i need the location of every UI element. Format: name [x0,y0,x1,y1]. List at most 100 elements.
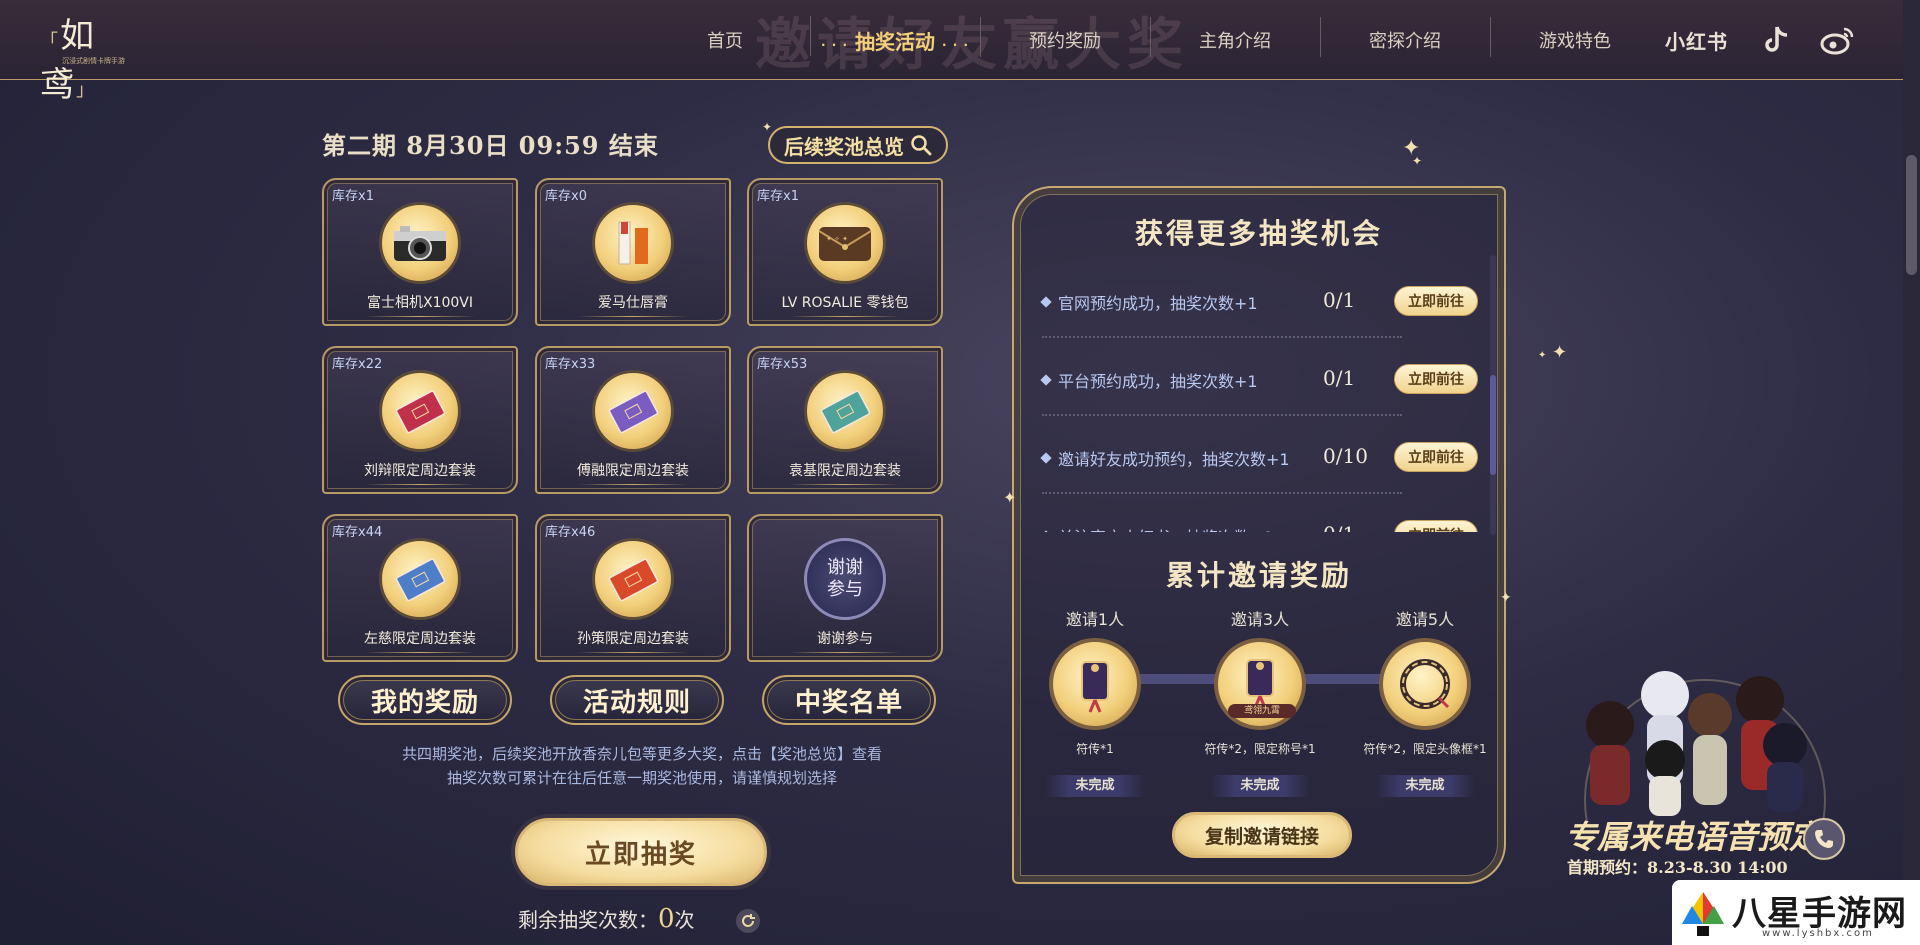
page-scroll-thumb[interactable] [1906,155,1917,275]
tier-label: 邀请3人 [1230,610,1290,629]
invite-tier: 邀请5人 符传*2，限定头像框*1 未完成 [1350,606,1500,797]
task-item: 邀请好友成功预约，抽奖次数+1 0/10 立即前往 [1030,434,1485,512]
prize-card: 库存x22 刘辩限定周边套装 [322,346,518,494]
divider [1042,492,1402,494]
draw-now-button[interactable]: 立即抽奖 [515,818,767,886]
pool-overview-label: 后续奖池总览 [784,134,904,159]
camera-icon [379,202,461,284]
prize-card: 库存x46 孙策限定周边套装 [535,514,731,662]
go-button[interactable]: 立即前往 [1394,364,1478,394]
main-nav: 首页 · · · 抽奖活动 · · · 预约奖励 主角介绍 密探介绍 游戏特色 [640,0,1660,80]
stock-count: 库存x22 [332,357,383,372]
top-navigation-bar: 邀请好友赢大奖 「如鸢」 沉浸式剧情卡牌手游 首页 · · · 抽奖活动 · ·… [0,0,1920,105]
phone-icon[interactable] [1803,818,1845,860]
note-line: 共四期奖池，后续奖池开放香奈儿包等更多大奖，点击【奖池总览】查看 [401,745,882,763]
sparkle-icon: ✦ [1552,342,1568,363]
book-icon [592,538,674,620]
tier-label: 邀请1人 [1065,610,1125,629]
nav-reservation-rewards[interactable]: 预约奖励 [980,17,1150,57]
invite-tier: 邀请3人 鸢翎九霄 符传*2，限定称号*1 未完成 [1185,606,1335,797]
task-progress: 0/10 [1323,444,1368,468]
task-name: 关注官方小红书，抽奖次数+1 [1058,524,1274,532]
remaining-draws: 剩余抽奖次数：0次 [518,904,695,934]
chibi-characters-illustration [1584,671,1826,820]
task-list[interactable]: 官网预约成功，抽奖次数+1 0/1 立即前往 平台预约成功，抽奖次数+1 0/1… [1030,270,1490,532]
pool-actions: 我的奖励 活动规则 中奖名单 [338,675,940,725]
title-tag: 鸢翎九霄 [1228,704,1296,718]
stock-count: 库存x1 [757,189,799,204]
go-button[interactable]: 立即前往 [1394,286,1478,316]
pool-overview-button[interactable]: 后续奖池总览 [768,126,948,164]
winners-button[interactable]: 中奖名单 [762,675,936,725]
logo-subtitle: 沉浸式剧情卡牌手游 [62,57,125,65]
wallet-icon: ✦ ✧ ✦ [804,202,886,284]
pool-notes: 共四期奖池，后续奖池开放香奈儿包等更多大奖，点击【奖池总览】查看 抽奖次数可累计… [322,742,962,790]
promo-date: 首期预约：8.23-8.30 14:00 [1567,858,1788,877]
remaining-count: 0 [658,904,675,934]
stock-count: 库存x44 [332,525,383,540]
prize-card: 库存x0 爱马仕唇膏 [535,178,731,326]
task-scroll-thumb[interactable] [1490,375,1496,475]
tiktok-icon[interactable] [1758,22,1794,58]
divider [1042,414,1402,416]
task-item: 官网预约成功，抽奖次数+1 0/1 立即前往 [1030,278,1485,356]
divider [1042,336,1402,338]
nav-agents[interactable]: 密探介绍 [1320,17,1490,57]
game-logo[interactable]: 「如鸢」 沉浸式剧情卡牌手游 [40,8,140,105]
bullet-icon [1040,374,1052,386]
prize-card: 库存x1 富士相机X100VI [322,178,518,326]
stock-count: 库存x1 [332,189,374,204]
watermark-logo [1682,892,1724,936]
prize-card: 库存x53 袁基限定周边套装 [747,346,943,494]
sparkle-icon: ✦ [1538,350,1547,361]
task-progress: 0/1 [1323,522,1355,532]
svg-text:✦ ✧ ✦: ✦ ✧ ✦ [826,235,848,243]
task-scrollbar[interactable] [1490,255,1496,535]
tier-status: 未完成 [1045,775,1145,797]
tier-status: 未完成 [1375,775,1475,797]
my-rewards-button[interactable]: 我的奖励 [338,675,512,725]
nav-features[interactable]: 游戏特色 [1490,17,1660,57]
prize-name: 爱马仕唇膏 [537,292,729,317]
tier-label: 邀请5人 [1395,610,1455,629]
page-scrollbar[interactable] [1903,0,1920,945]
book-icon [592,370,674,452]
tier-status: 未完成 [1210,775,1310,797]
prize-name: 傅融限定周边套装 [537,460,729,485]
tier-reward: 符传*2，限定称号*1 [1204,742,1316,756]
prize-name: LV ROSALIE 零钱包 [749,292,941,317]
task-item: 关注官方小红书，抽奖次数+1 0/1 立即前往 [1030,512,1485,532]
sparkle-icon: ✦ [1003,488,1017,507]
prize-name: 袁基限定周边套装 [749,460,941,485]
book-icon [379,370,461,452]
nav-lottery[interactable]: · · · 抽奖活动 · · · [810,15,980,56]
refresh-icon[interactable] [736,909,760,933]
nav-protagonist[interactable]: 主角介绍 [1150,17,1320,57]
remaining-unit: 次 [674,908,695,932]
rules-button[interactable]: 活动规则 [550,675,724,725]
bullet-icon [1040,296,1052,308]
avatar-frame-icon [1379,638,1471,730]
book-icon [379,538,461,620]
xiaohongshu-link[interactable]: 小红书 [1665,22,1728,58]
thanks-badge: 谢谢 参与 [804,538,886,620]
voice-preorder-promo[interactable]: 专属来电语音预定 首期预约：8.23-8.30 14:00 [1555,650,1845,880]
lipstick-icon [592,202,674,284]
task-progress: 0/1 [1323,366,1356,390]
watermark-url: www.lyshbx.com [1762,928,1874,939]
task-name: 平台预约成功，抽奖次数+1 [1058,372,1258,391]
promo-title: 专属来电语音预定 [1565,818,1822,856]
prize-name: 谢谢参与 [749,628,941,653]
talisman-title-icon: 鸢翎九霄 [1214,638,1306,730]
sparkle-icon: ✦ [1412,154,1423,168]
weibo-icon[interactable] [1818,22,1858,58]
period-deadline: 第二期 8月30日 09:59 结束 [322,131,659,160]
site-watermark: 八星手游网 www.lyshbx.com [1672,880,1920,945]
copy-invite-link-button[interactable]: 复制邀请链接 [1172,812,1352,858]
go-button[interactable]: 立即前往 [1394,442,1478,472]
prize-name: 刘辩限定周边套装 [324,460,516,485]
go-button[interactable]: 立即前往 [1394,520,1478,532]
nav-home[interactable]: 首页 [640,27,810,53]
stock-count: 库存x0 [545,189,587,204]
stock-count: 库存x46 [545,525,596,540]
